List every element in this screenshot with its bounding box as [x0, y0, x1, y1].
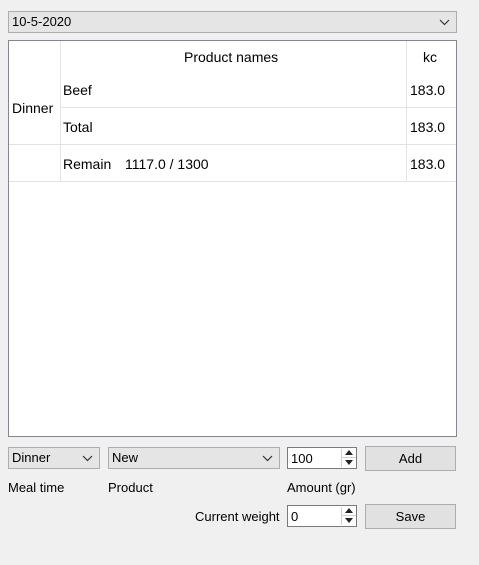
down-arrow-icon[interactable]	[342, 458, 356, 467]
amount-spinbox[interactable]: 100	[287, 447, 357, 469]
table-row-kc[interactable]: 183.0	[410, 82, 445, 98]
up-arrow-icon[interactable]	[342, 449, 356, 458]
date-select[interactable]: 10-5-2020	[8, 11, 457, 33]
meal-group-label: Dinner	[12, 100, 54, 116]
chevron-down-icon	[81, 448, 95, 468]
save-button[interactable]: Save	[365, 504, 456, 529]
current-weight-value[interactable]: 0	[291, 508, 298, 526]
amount-value[interactable]: 100	[291, 450, 313, 468]
row-divider	[9, 144, 456, 145]
current-weight-label: Current weight	[195, 509, 280, 524]
product-label: Product	[108, 480, 153, 495]
header-kc: kc	[423, 49, 437, 65]
header-product-names: Product names	[184, 49, 279, 65]
column-divider	[406, 41, 407, 182]
down-arrow-icon[interactable]	[342, 516, 356, 525]
amount-label: Amount (gr)	[287, 480, 356, 495]
table-row-kc[interactable]: 183.0	[410, 119, 445, 135]
product-select[interactable]: New	[108, 447, 280, 469]
chevron-down-icon	[261, 448, 275, 468]
up-arrow-icon[interactable]	[342, 507, 356, 516]
product-select-value: New	[112, 450, 139, 465]
table-row-product[interactable]: Total	[63, 119, 93, 135]
remain-label[interactable]: Remain	[63, 156, 111, 172]
row-divider	[9, 181, 456, 182]
remain-kc[interactable]: 183.0	[410, 156, 445, 172]
chevron-down-icon	[438, 12, 452, 32]
column-divider	[60, 41, 61, 182]
meal-time-label: Meal time	[8, 480, 65, 495]
food-log-table[interactable]: Product names kc Dinner Beef 183.0 Total…	[8, 40, 457, 437]
add-button[interactable]: Add	[365, 446, 456, 471]
current-weight-spinbox[interactable]: 0	[287, 505, 357, 527]
date-select-value: 10-5-2020	[12, 14, 72, 29]
spin-arrows	[341, 507, 356, 525]
remain-value[interactable]: 1117.0 / 1300	[125, 156, 209, 172]
meal-time-select-value: Dinner	[12, 450, 51, 465]
meal-time-select[interactable]: Dinner	[8, 447, 100, 469]
row-divider	[60, 107, 456, 108]
table-row-product[interactable]: Beef	[63, 82, 92, 98]
spin-arrows	[341, 449, 356, 467]
